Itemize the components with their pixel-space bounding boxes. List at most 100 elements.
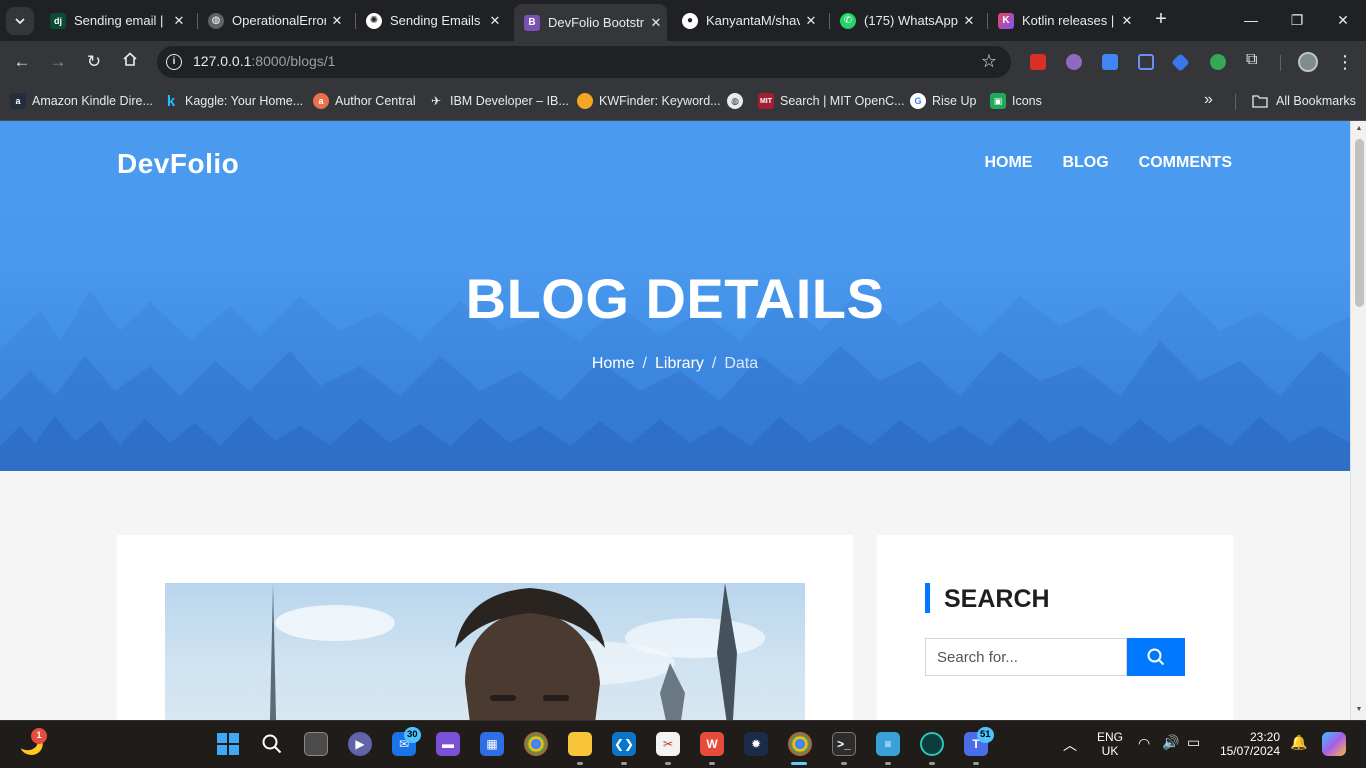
breadcrumb-home-link[interactable]: Home: [592, 355, 635, 372]
url-text[interactable]: 127.0.0.1:8000/blogs/1: [193, 53, 335, 69]
extensions-puzzle-icon[interactable]: ⧉: [1246, 51, 1262, 68]
all-bookmarks-button[interactable]: All Bookmarks: [1252, 92, 1356, 110]
google-translate-icon[interactable]: [1102, 54, 1118, 70]
restore-button[interactable]: ❐: [1274, 8, 1320, 32]
ibm-icon: ✈: [430, 94, 442, 108]
scrollbar-thumb[interactable]: [1355, 139, 1364, 307]
wifi-icon[interactable]: ◠: [1138, 735, 1150, 752]
more-bookmarks-chevron-icon[interactable]: »: [1204, 91, 1213, 109]
tab-6[interactable]: ✆ (175) WhatsApp ✕: [830, 6, 980, 35]
extension-red-icon[interactable]: [1030, 54, 1046, 70]
breadcrumb-library-link[interactable]: Library: [655, 355, 704, 372]
nav-home-link[interactable]: HOME: [984, 154, 1032, 172]
profile-avatar[interactable]: [1298, 52, 1318, 72]
terminal-icon[interactable]: >_: [832, 732, 856, 756]
page-scrollbar[interactable]: ▲ ▼: [1350, 121, 1366, 720]
new-tab-button[interactable]: +: [1150, 9, 1172, 31]
search-button[interactable]: [1127, 638, 1185, 676]
browser-toolbar: ← → ↻ i 127.0.0.1:8000/blogs/1 ☆ ⧉ ⋮: [0, 41, 1366, 83]
forward-button[interactable]: →: [46, 50, 70, 74]
close-icon[interactable]: ✕: [484, 13, 506, 29]
tab-5[interactable]: ● KanyantaM/shav ✕: [672, 6, 822, 35]
reload-button[interactable]: ↻: [82, 50, 106, 74]
tab-4-active[interactable]: B DevFolio Bootstr ✕: [514, 4, 667, 41]
close-icon[interactable]: ✕: [800, 13, 822, 29]
search-icon[interactable]: [260, 732, 284, 756]
brightness-app-icon[interactable]: ✹: [744, 732, 768, 756]
bookmark-globe[interactable]: ◍: [727, 92, 749, 110]
chrome-active-icon[interactable]: [788, 732, 812, 756]
breadcrumb: Home / Library / Data: [591, 355, 759, 372]
bookmark-kaggle[interactable]: k Kaggle: Your Home...: [163, 92, 303, 110]
language-indicator[interactable]: ENG UK: [1094, 730, 1126, 758]
github-icon: ●: [682, 12, 698, 29]
battery-icon[interactable]: ▭: [1187, 734, 1200, 751]
post-featured-image: [165, 583, 805, 720]
extension-purple-icon[interactable]: [1066, 54, 1082, 70]
site-info-icon[interactable]: i: [166, 54, 182, 70]
bookmark-icons[interactable]: ▣ Icons: [990, 92, 1042, 110]
site-brand-logo[interactable]: DevFolio: [117, 148, 239, 180]
snipping-tool-icon[interactable]: ✂: [656, 732, 680, 756]
kaggle-icon: k: [166, 92, 176, 110]
globe-icon: ◍: [727, 93, 743, 109]
extension-green-icon[interactable]: [1210, 54, 1226, 70]
tab-2[interactable]: ◍ OperationalError ✕: [198, 6, 348, 35]
tray-chevron-up-icon[interactable]: ︿: [1063, 735, 1077, 755]
bookmark-rise-up[interactable]: G Rise Up: [910, 92, 976, 110]
bookmark-amazon[interactable]: a Amazon Kindle Dire...: [10, 92, 153, 110]
google-icon: G: [910, 93, 926, 109]
close-icon[interactable]: ✕: [326, 13, 348, 29]
tab-3[interactable]: ✺ Sending Emails w ✕: [356, 6, 506, 35]
search-input[interactable]: [925, 638, 1127, 676]
globe-icon: ◍: [208, 12, 224, 29]
clock[interactable]: 23:20 15/07/2024: [1214, 730, 1280, 758]
tab-1[interactable]: dj Sending email | D ✕: [40, 6, 190, 35]
bookmark-mit[interactable]: MIT Search | MIT OpenC...: [758, 92, 905, 110]
copilot-icon[interactable]: [1322, 732, 1346, 756]
minimize-button[interactable]: —: [1228, 8, 1274, 32]
nav-blog-link[interactable]: BLOG: [1062, 154, 1108, 172]
close-window-button[interactable]: ✕: [1320, 8, 1366, 32]
close-icon[interactable]: ✕: [168, 13, 190, 29]
teams-chat-icon[interactable]: ▶: [348, 732, 372, 756]
mit-icon: MIT: [758, 93, 774, 109]
close-icon[interactable]: ✕: [958, 13, 980, 29]
windows-start-icon[interactable]: [216, 732, 240, 756]
close-icon[interactable]: ✕: [645, 15, 667, 31]
page-title: BLOG DETAILS: [465, 267, 885, 330]
notepad-icon[interactable]: ≡: [876, 732, 900, 756]
app-teal-icon[interactable]: [920, 732, 944, 756]
django-icon: dj: [50, 12, 66, 29]
tab-search-button[interactable]: [6, 7, 34, 35]
calendar-icon[interactable]: ▦: [480, 732, 504, 756]
scroll-down-arrow-icon[interactable]: ▼: [1355, 706, 1363, 713]
bell-icon[interactable]: 🔔: [1290, 734, 1307, 751]
blog-post-card: [117, 535, 853, 720]
kotlin-icon: K: [998, 12, 1014, 29]
home-button[interactable]: [118, 50, 142, 74]
tab-title: OperationalError: [232, 13, 326, 28]
task-view-icon[interactable]: [304, 732, 328, 756]
chrome-icon[interactable]: [524, 732, 548, 756]
vscode-icon[interactable]: ❮❯: [612, 732, 636, 756]
extension-blue-icon[interactable]: [1138, 54, 1154, 70]
address-bar[interactable]: i 127.0.0.1:8000/blogs/1 ☆: [157, 46, 1011, 78]
file-explorer-icon[interactable]: [568, 732, 592, 756]
back-button[interactable]: ←: [10, 50, 34, 74]
extension-diamond-icon[interactable]: [1171, 53, 1190, 72]
home-icon: [123, 52, 137, 66]
tab-7[interactable]: K Kotlin releases | K ✕: [988, 6, 1138, 35]
bookmark-author-central[interactable]: a Author Central: [313, 92, 416, 110]
bookmark-ibm[interactable]: ✈ IBM Developer – IB...: [428, 92, 569, 110]
scroll-up-arrow-icon[interactable]: ▲: [1355, 125, 1363, 132]
wps-office-icon[interactable]: W: [700, 732, 724, 756]
clipchamp-icon[interactable]: ▬: [436, 732, 460, 756]
bookmark-star-icon[interactable]: ☆: [981, 51, 997, 72]
volume-icon[interactable]: 🔊: [1162, 734, 1179, 751]
close-icon[interactable]: ✕: [1116, 13, 1138, 29]
nav-comments-link[interactable]: COMMENTS: [1139, 154, 1232, 172]
bookmark-kwfinder[interactable]: KWFinder: Keyword...: [577, 92, 721, 110]
mail-badge: 30: [404, 727, 421, 743]
menu-kebab-icon[interactable]: ⋮: [1336, 51, 1354, 73]
